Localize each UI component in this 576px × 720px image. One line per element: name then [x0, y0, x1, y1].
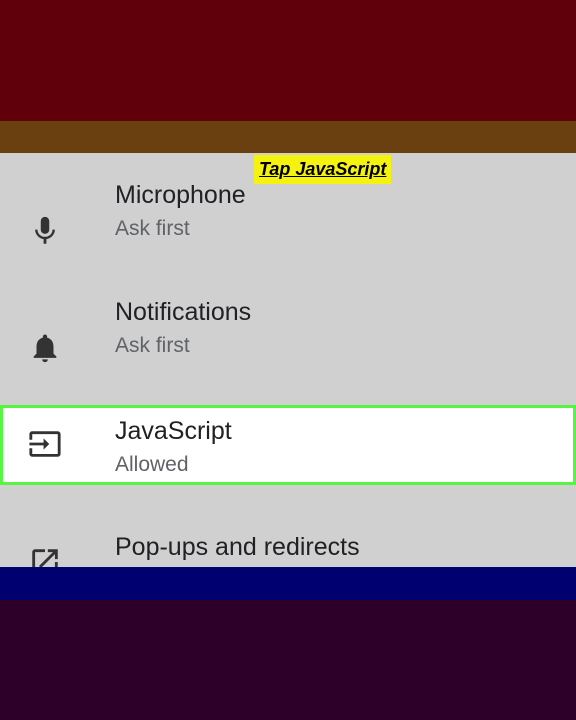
setting-item-javascript[interactable]: JavaScript Allowed	[0, 405, 576, 485]
bell-icon	[28, 331, 62, 365]
setting-status: Allowed	[115, 453, 189, 476]
external-link-icon	[28, 545, 62, 567]
setting-item-microphone[interactable]: Microphone Ask first	[0, 177, 576, 267]
setting-title: JavaScript	[115, 417, 232, 445]
setting-title: Microphone	[115, 181, 246, 209]
status-bar-band	[0, 121, 576, 153]
bottom-background-band	[0, 600, 576, 720]
top-background-band	[0, 0, 576, 121]
setting-status: Ask first	[115, 217, 190, 240]
setting-item-popups[interactable]: Pop-ups and redirects	[0, 529, 576, 567]
input-arrow-icon	[28, 427, 62, 461]
blue-overlay-band	[0, 567, 576, 600]
site-settings-list: Microphone Ask first Notifications Ask f…	[0, 153, 576, 567]
microphone-icon	[28, 214, 62, 248]
instruction-caption: Tap JavaScript	[254, 155, 392, 184]
setting-item-notifications[interactable]: Notifications Ask first	[0, 294, 576, 384]
setting-status: Ask first	[115, 334, 190, 357]
setting-title: Pop-ups and redirects	[115, 533, 360, 561]
setting-title: Notifications	[115, 298, 252, 326]
